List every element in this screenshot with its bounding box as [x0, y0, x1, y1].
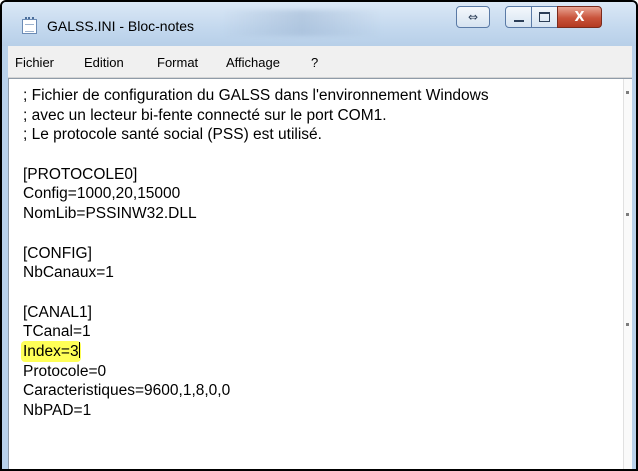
- maximize-icon: [539, 12, 550, 22]
- text-line: ; Le protocole santé social (PSS) est ut…: [23, 126, 322, 144]
- blurred-background-tab: [222, 10, 382, 36]
- vertical-scrollbar[interactable]: [623, 79, 632, 469]
- text-line: [23, 145, 623, 165]
- menu-edition[interactable]: Edition: [84, 55, 124, 70]
- notepad-window: GALSS.INI - Bloc-notes ⇔ X Fichier Editi…: [0, 0, 638, 471]
- text-line: [23, 283, 623, 303]
- close-icon: X: [574, 9, 585, 25]
- text-line: ; avec un lecteur bi-fente connecté sur …: [23, 106, 387, 124]
- text-line: [CANAL1]: [23, 303, 92, 321]
- text-line-highlighted: Index=3: [23, 341, 623, 362]
- text-line: [CONFIG]: [23, 244, 92, 262]
- menu-bar: Fichier Edition Format Affichage ?: [8, 46, 632, 78]
- text-line: TCanal=1: [23, 323, 91, 341]
- window-title: GALSS.INI - Bloc-notes: [47, 18, 195, 34]
- menu-help[interactable]: ?: [311, 55, 318, 70]
- minimize-icon: [513, 20, 524, 22]
- scroll-thumb-grip: [626, 213, 629, 216]
- highlighted-text: Index=3: [23, 342, 79, 360]
- notepad-icon[interactable]: [22, 17, 37, 34]
- menu-fichier[interactable]: Fichier: [15, 55, 54, 70]
- close-button[interactable]: X: [557, 6, 602, 28]
- text-line: NomLib=PSSINW32.DLL: [23, 205, 197, 223]
- text-editor[interactable]: ; Fichier de configuration du GALSS dans…: [8, 78, 632, 469]
- text-line: [PROTOCOLE0]: [23, 165, 138, 183]
- menu-format[interactable]: Format: [157, 55, 198, 70]
- scroll-up-mark: [626, 91, 629, 94]
- text-line: Config=1000,20,15000: [23, 185, 181, 203]
- minimize-button[interactable]: [505, 6, 532, 28]
- text-line: Caracteristiques=9600,1,8,0,0: [23, 382, 231, 400]
- text-content[interactable]: ; Fichier de configuration du GALSS dans…: [23, 86, 623, 421]
- title-bar[interactable]: GALSS.INI - Bloc-notes ⇔ X: [2, 2, 636, 46]
- text-line: ; Fichier de configuration du GALSS dans…: [23, 87, 489, 104]
- text-line: NbCanaux=1: [23, 264, 114, 282]
- menu-affichage[interactable]: Affichage: [226, 55, 280, 70]
- text-line: Protocole=0: [23, 362, 107, 380]
- scroll-thumb-end: [626, 323, 629, 326]
- swap-arrows-icon: ⇔: [467, 10, 479, 24]
- text-line: NbPAD=1: [23, 402, 92, 419]
- text-line: [23, 224, 623, 244]
- swap-window-button[interactable]: ⇔: [456, 6, 490, 28]
- text-cursor: [78, 341, 80, 358]
- maximize-button[interactable]: [531, 6, 558, 28]
